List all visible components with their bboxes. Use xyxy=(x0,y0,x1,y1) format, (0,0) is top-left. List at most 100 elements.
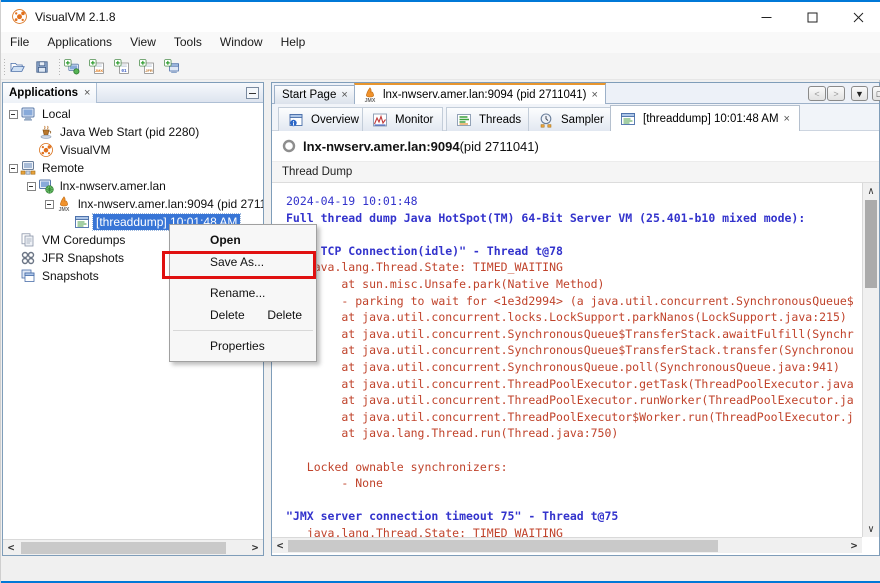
tree-row[interactable]: lnx-nwserv.amer.lan xyxy=(3,177,263,195)
close-icon[interactable]: × xyxy=(784,114,790,124)
threaddump-doc-icon xyxy=(620,111,635,127)
subtab-monitor[interactable]: Monitor xyxy=(362,107,443,131)
load-snapshot-button[interactable] xyxy=(7,55,30,78)
tab-list-dropdown-button[interactable]: ▼ xyxy=(851,86,868,101)
applications-horizontal-scrollbar[interactable]: < > xyxy=(3,539,263,555)
subtab-overview[interactable]: iOverview xyxy=(278,107,369,131)
editor-tab-row: Start Page× JMX lnx-nwserv.amer.lan:9094 (… xyxy=(272,83,879,104)
close-icon[interactable]: × xyxy=(84,88,90,98)
collapse-expander-box[interactable] xyxy=(9,110,18,119)
close-icon[interactable]: × xyxy=(341,90,347,100)
collapse-expander-icon[interactable] xyxy=(42,195,56,213)
maximize-button[interactable] xyxy=(789,2,835,32)
scrollbar-thumb[interactable] xyxy=(21,542,226,554)
collapse-expander-icon[interactable] xyxy=(24,177,38,195)
collapse-expander-box[interactable] xyxy=(9,164,18,173)
menu-separator xyxy=(173,277,313,278)
thread-dump-line: Full thread dump Java HotSpot(TM) 64-Bit… xyxy=(286,210,854,227)
collapse-panel-button[interactable] xyxy=(246,87,259,99)
collapse-expander-icon[interactable] xyxy=(6,105,20,123)
tree-row[interactable]: JMX lnx-nwserv.amer.lan:9094 (pid 2711041… xyxy=(3,195,263,213)
menubar-item-file[interactable]: File xyxy=(1,32,38,53)
scroll-right-icon[interactable]: > xyxy=(247,540,263,555)
subtab-threaddumpam[interactable]: [threaddump] 10:01:48 AM × xyxy=(610,105,800,131)
add-application-button[interactable] xyxy=(62,55,85,78)
application-pid: (pid 2711041) xyxy=(460,139,539,154)
add-snapshot-button[interactable] xyxy=(162,55,185,78)
scrollbar-thumb[interactable] xyxy=(865,200,877,288)
vertical-scrollbar[interactable]: ∧ ∨ xyxy=(862,183,879,537)
thread-dump-viewport[interactable]: 2024-04-19 10:01:48Full thread dump Java… xyxy=(272,183,862,537)
toolbar-grip xyxy=(3,58,6,75)
svg-text:JMX: JMX xyxy=(59,207,70,212)
applications-panel-tab[interactable]: Applications × xyxy=(3,83,97,103)
collapse-expander-box[interactable] xyxy=(27,182,36,191)
context-menu-item-rename[interactable]: Rename... xyxy=(170,282,316,304)
collapse-expander-box[interactable] xyxy=(45,200,54,209)
add-jmx-connection-button[interactable]: JMX xyxy=(87,55,110,78)
context-menu-item-delete[interactable]: DeleteDelete xyxy=(170,304,316,326)
menubar-item-help[interactable]: Help xyxy=(272,32,315,53)
next-tab-button[interactable]: > xyxy=(827,86,845,101)
add-vm-coredump-button[interactable]: 01 xyxy=(112,55,135,78)
tree-row[interactable]: VisualVM xyxy=(3,141,263,159)
add-jfr-icon: JFR xyxy=(139,59,155,75)
add-application-icon xyxy=(64,59,80,75)
thread-dump-line: Locked ownable synchronizers: xyxy=(286,459,854,476)
editor-tab[interactable]: JMX lnx-nwserv.amer.lan:9094 (pid 2711041… xyxy=(354,83,606,104)
status-bar xyxy=(1,556,880,581)
editor-horizontal-scrollbar[interactable]: < > xyxy=(272,537,862,553)
context-menu-item-saveas[interactable]: Save As... xyxy=(170,251,316,273)
subtab-label: [threaddump] 10:01:48 AM xyxy=(643,113,779,125)
collapse-expander-icon[interactable] xyxy=(6,159,20,177)
scrollbar-thumb[interactable] xyxy=(288,540,718,552)
scroll-right-icon[interactable]: > xyxy=(846,538,862,553)
add-coredump-icon: 01 xyxy=(114,59,130,75)
add-jfr-snapshot-button[interactable]: JFR xyxy=(137,55,160,78)
close-icon[interactable]: × xyxy=(592,90,598,100)
tree-row[interactable]: Remote xyxy=(3,159,263,177)
menubar-item-window[interactable]: Window xyxy=(211,32,272,53)
svg-text:JMX: JMX xyxy=(365,98,376,103)
tab-label: lnx-nwserv.amer.lan:9094 (pid 2711041) xyxy=(383,89,587,101)
close-button[interactable] xyxy=(835,2,880,32)
computer-remote-icon xyxy=(20,160,36,176)
subtab-threads[interactable]: Threads xyxy=(446,107,531,131)
sampler-icon xyxy=(538,112,553,128)
prev-tab-button[interactable]: < xyxy=(808,86,826,101)
tree-indent xyxy=(60,213,74,231)
context-menu: OpenSave As... Rename...DeleteDelete Prope… xyxy=(169,224,317,362)
thread-dump-line: at java.util.concurrent.SynchronousQueue… xyxy=(286,326,854,343)
subtab-sampler[interactable]: Sampler xyxy=(528,107,614,131)
thread-dump-text: 2024-04-19 10:01:48Full thread dump Java… xyxy=(286,193,854,537)
scroll-left-icon[interactable]: < xyxy=(272,538,288,553)
context-menu-item-properties[interactable]: Properties xyxy=(170,335,316,357)
maximize-view-button[interactable]: □ xyxy=(872,86,880,101)
tree-item-label: lnx-nwserv.amer.lan:9094 (pid 2711041) xyxy=(75,196,263,212)
menubar-item-view[interactable]: View xyxy=(121,32,165,53)
scroll-down-icon[interactable]: ∨ xyxy=(863,521,879,537)
subtab-label: Monitor xyxy=(395,114,433,126)
scroll-up-icon[interactable]: ∧ xyxy=(863,183,879,199)
tree-indent xyxy=(6,249,20,267)
menubar-item-applications[interactable]: Applications xyxy=(38,32,121,53)
save-button[interactable] xyxy=(32,55,55,78)
tree-item-label: Remote xyxy=(39,160,87,176)
application-status-ring-icon xyxy=(282,139,296,153)
thread-dump-line: at sun.misc.Unsafe.park(Native Method) xyxy=(286,276,854,293)
context-menu-item-open[interactable]: Open xyxy=(170,229,316,251)
thread-dump-section-label: Thread Dump xyxy=(272,161,879,183)
tree-item-label: lnx-nwserv.amer.lan xyxy=(57,178,169,194)
scroll-left-icon[interactable]: < xyxy=(3,540,19,555)
tree-row[interactable]: Local xyxy=(3,105,263,123)
overview-icon: i xyxy=(288,112,303,128)
editor-tab[interactable]: Start Page× xyxy=(274,85,356,104)
menubar-item-tools[interactable]: Tools xyxy=(165,32,211,53)
thread-dump-line: 2024-04-19 10:01:48 xyxy=(286,193,854,210)
thread-dump-line: at java.util.concurrent.SynchronousQueue… xyxy=(286,342,854,359)
monitor-icon xyxy=(372,112,387,128)
minimize-button[interactable] xyxy=(743,2,789,32)
thread-dump-line: at java.lang.Thread.run(Thread.java:750) xyxy=(286,425,854,442)
thread-dump-line: "JMX server connection timeout 75" - Thr… xyxy=(286,508,854,525)
tree-row[interactable]: Java Web Start (pid 2280) xyxy=(3,123,263,141)
